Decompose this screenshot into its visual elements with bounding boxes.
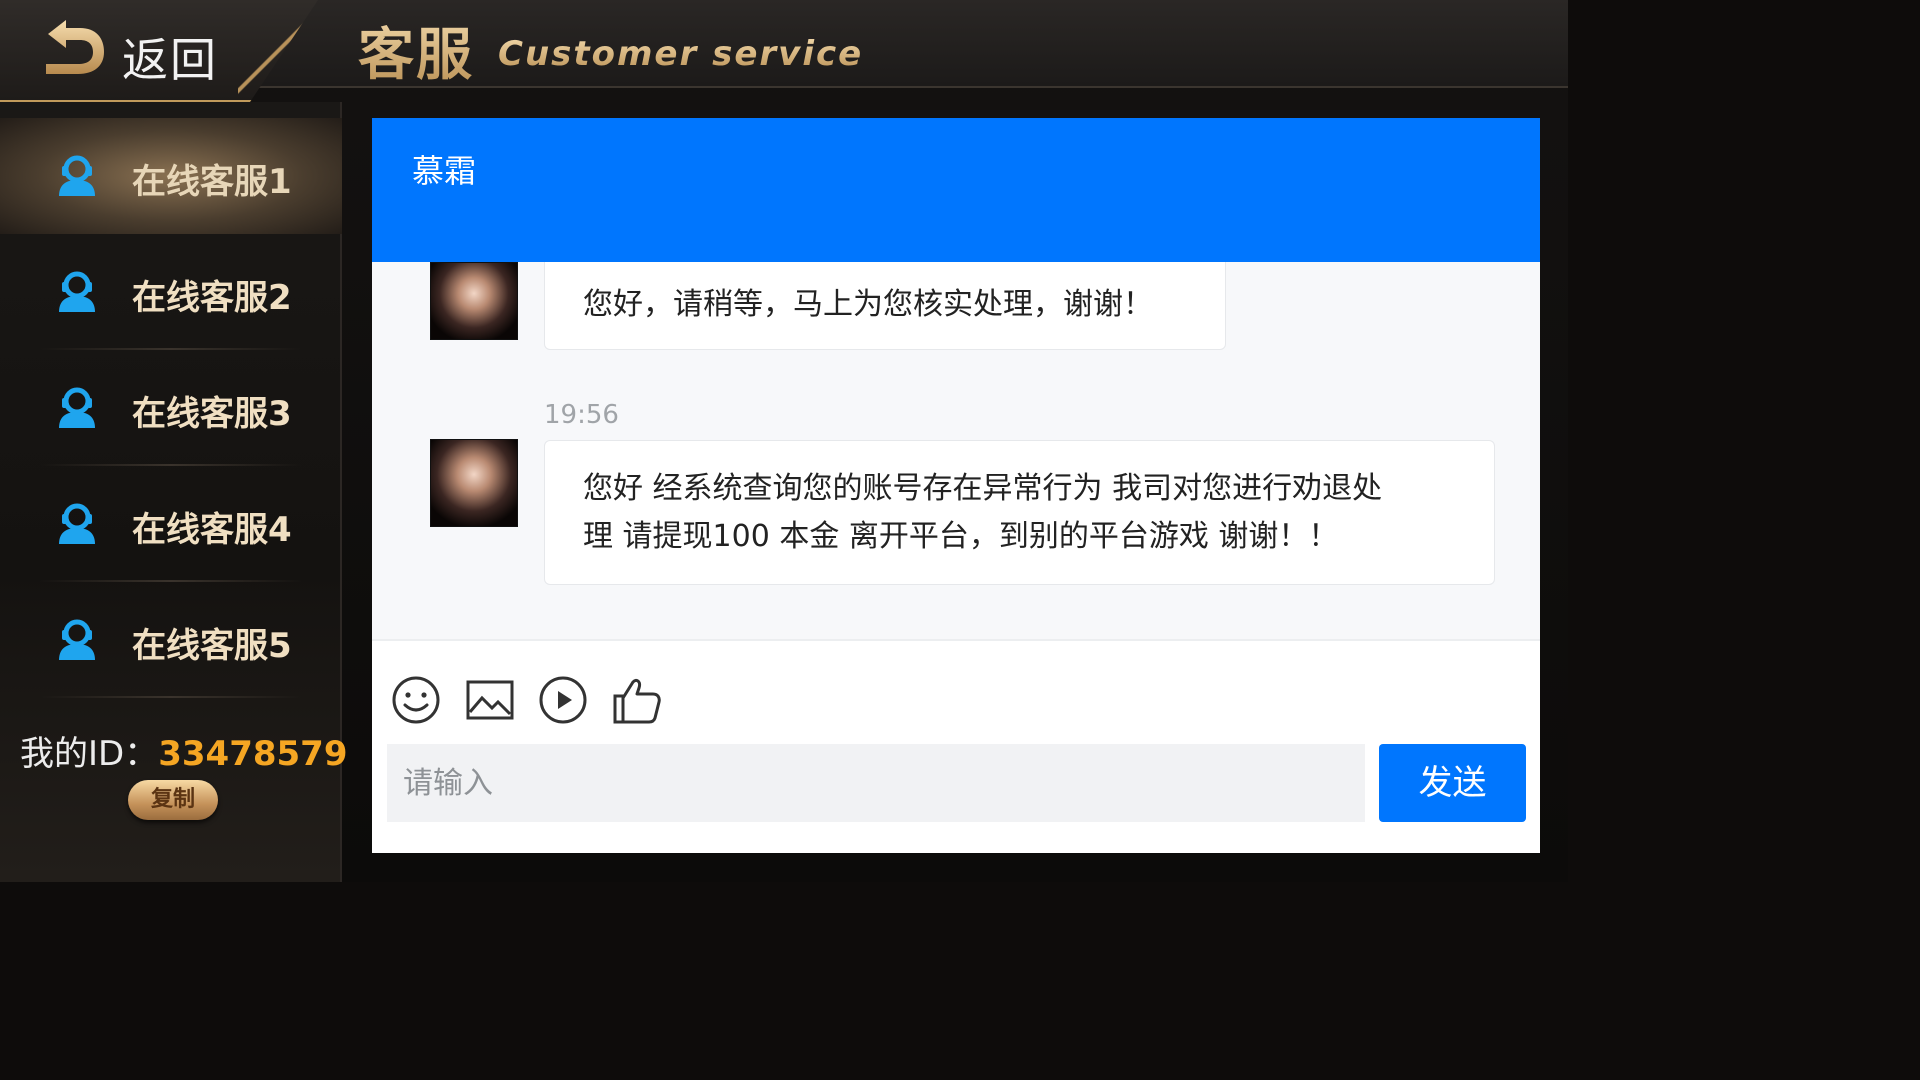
message-bubble: 您好，请稍等，马上为您核实处理，谢谢！	[544, 262, 1226, 350]
page-title-chinese: 客服	[358, 10, 474, 91]
message-text-line-1: 您好 经系统查询您的账号存在异常行为 我司对您进行劝退处	[583, 471, 1383, 506]
my-id-label: 我的ID：	[20, 734, 159, 774]
sidebar-item-label: 在线客服1	[132, 162, 292, 202]
thumbs-up-icon[interactable]	[611, 674, 663, 726]
my-id-value: 33478579	[158, 734, 348, 774]
sidebar-item-agent-5[interactable]: 在线客服5	[0, 582, 342, 698]
chat-header: 慕霜	[372, 118, 1540, 262]
back-arrow-icon	[46, 20, 104, 74]
back-label: 返回	[122, 33, 218, 87]
page-title-english: Customer service	[498, 34, 864, 74]
customer-service-screen: 返回 客服 Customer service 在线客服1 在线客服2 在线客服3…	[0, 0, 1568, 882]
sidebar-item-label: 在线客服5	[132, 626, 292, 666]
message-timestamp: 19:56	[544, 400, 619, 430]
sidebar-item-agent-4[interactable]: 在线客服4	[0, 466, 342, 582]
message-text-line-2: 理 请提现100 本金 离开平台，到别的平台游戏 谢谢！！	[583, 519, 1339, 554]
my-id-display: 我的ID：33478579	[20, 726, 347, 775]
message-bubble: 您好 经系统查询您的账号存在异常行为 我司对您进行劝退处 理 请提现100 本金…	[544, 440, 1495, 585]
agent-name: 慕霜	[412, 152, 477, 190]
sidebar-item-agent-3[interactable]: 在线客服3	[0, 350, 342, 466]
agent-avatar	[430, 262, 518, 340]
sidebar-item-label: 在线客服4	[132, 510, 292, 550]
smiley-icon[interactable]	[390, 674, 442, 726]
message-input[interactable]	[387, 744, 1365, 822]
sidebar-item-agent-1[interactable]: 在线客服1	[0, 118, 342, 234]
agent-headset-icon	[59, 155, 95, 196]
copy-id-button[interactable]: 复制	[128, 780, 218, 820]
agent-avatar	[430, 439, 518, 527]
agent-headset-icon	[59, 503, 95, 544]
chat-panel: 慕霜 您好，请稍等，马上为您核实处理，谢谢！ 19:56 您好 经系统查询您的账…	[372, 118, 1540, 853]
sidebar-item-label: 在线客服2	[132, 278, 292, 318]
agent-headset-icon	[59, 619, 95, 660]
sidebar-divider	[40, 696, 302, 698]
sidebar-item-agent-2[interactable]: 在线客服2	[0, 234, 342, 350]
toolbar-divider	[372, 639, 1540, 641]
video-play-icon[interactable]	[537, 674, 589, 726]
agent-headset-icon	[59, 387, 95, 428]
message-list[interactable]: 您好，请稍等，马上为您核实处理，谢谢！ 19:56 您好 经系统查询您的账号存在…	[372, 262, 1540, 639]
send-button[interactable]: 发送	[1379, 744, 1526, 822]
image-icon[interactable]	[464, 674, 516, 726]
agent-headset-icon	[59, 271, 95, 312]
message-text: 您好，请稍等，马上为您核实处理，谢谢！	[583, 287, 1153, 322]
sidebar-item-label: 在线客服3	[132, 394, 292, 434]
